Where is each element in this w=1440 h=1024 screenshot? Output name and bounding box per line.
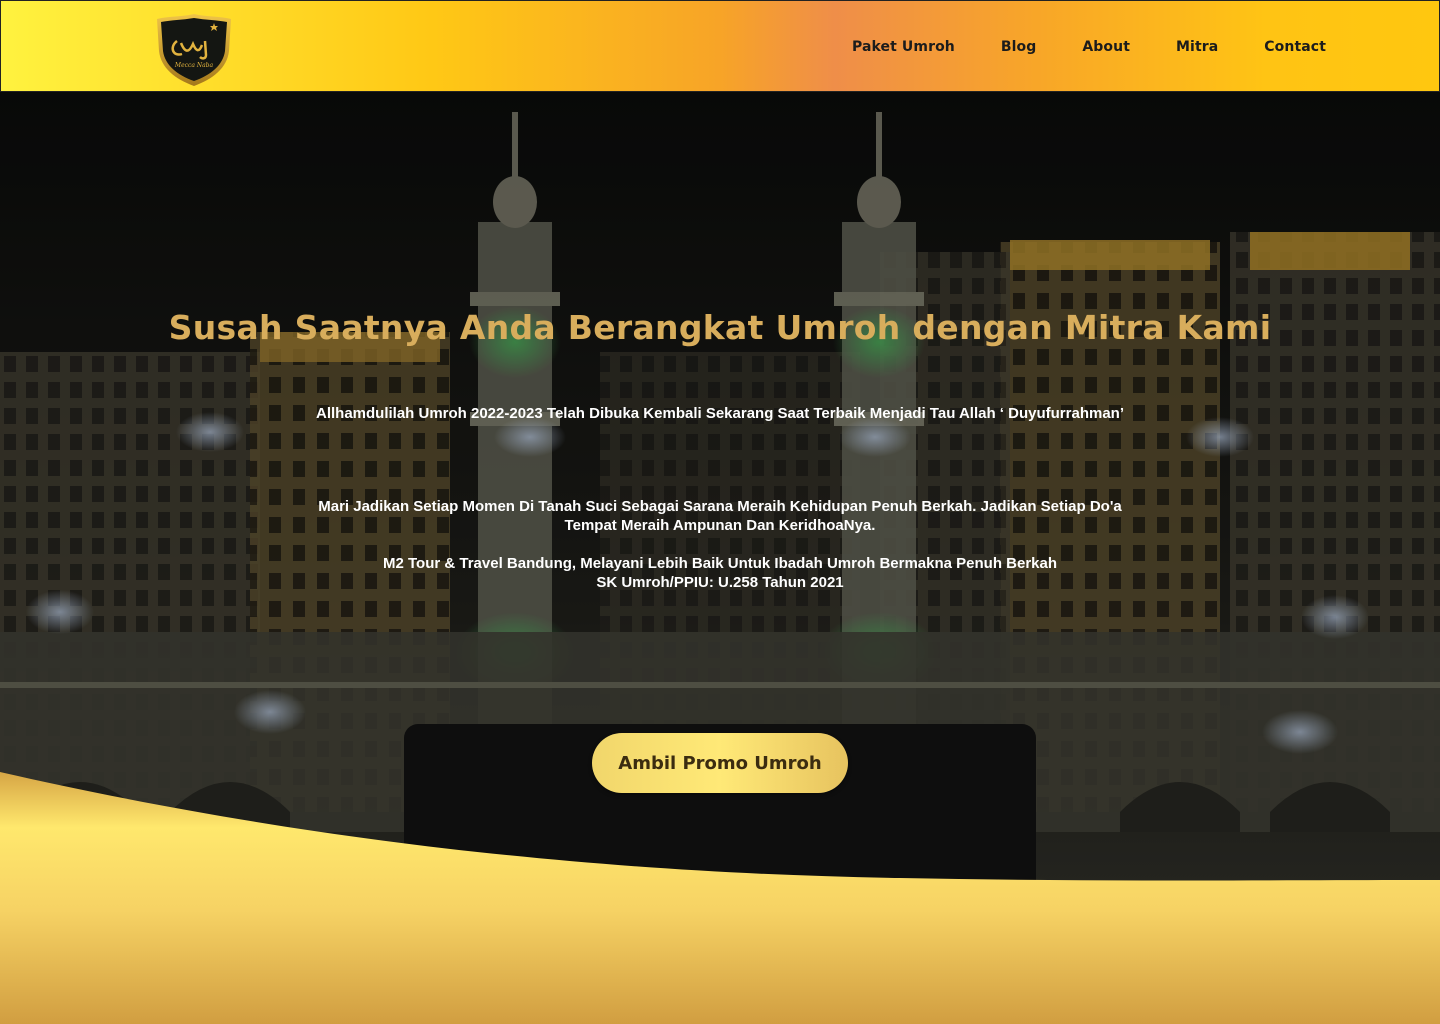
top-navbar: Mecca Naba Paket Umroh Blog About Mitra … bbox=[0, 0, 1440, 92]
hero-message: Mari Jadikan Setiap Momen Di Tanah Suci … bbox=[0, 497, 1440, 535]
hero-headline: Susah Saatnya Anda Berangkat Umroh denga… bbox=[168, 308, 1272, 347]
ambil-promo-button[interactable]: Ambil Promo Umroh bbox=[592, 733, 848, 793]
logo-text: Mecca Naba bbox=[174, 62, 214, 69]
nav-item-mitra[interactable]: Mitra bbox=[1176, 39, 1218, 55]
hero-section: Susah Saatnya Anda Berangkat Umroh denga… bbox=[0, 92, 1440, 1024]
nav-item-paket-umroh[interactable]: Paket Umroh bbox=[852, 39, 955, 55]
announcement-text: Allhamdulilah Umroh 2022-2023 Telah Dibu… bbox=[315, 405, 1124, 422]
license-number: SK Umroh/PPIU: U.258 Tahun 2021 bbox=[596, 574, 844, 591]
main-nav: Paket Umroh Blog About Mitra Contact bbox=[852, 1, 1326, 93]
nav-item-blog[interactable]: Blog bbox=[1001, 39, 1037, 55]
nav-item-about[interactable]: About bbox=[1082, 39, 1130, 55]
hero-company-info: M2 Tour & Travel Bandung, Melayani Lebih… bbox=[0, 554, 1440, 592]
message-line-2: Tempat Meraih Ampunan Dan KeridhoaNya. bbox=[564, 517, 876, 534]
company-tagline: M2 Tour & Travel Bandung, Melayani Lebih… bbox=[382, 555, 1058, 572]
nav-item-contact[interactable]: Contact bbox=[1264, 39, 1326, 55]
message-line-1: Mari Jadikan Setiap Momen Di Tanah Suci … bbox=[318, 498, 1122, 515]
hero-announcement: Allhamdulilah Umroh 2022-2023 Telah Dibu… bbox=[0, 404, 1440, 423]
hero-content: Susah Saatnya Anda Berangkat Umroh denga… bbox=[0, 92, 1440, 1024]
crest-logo-icon[interactable]: Mecca Naba bbox=[155, 13, 233, 87]
